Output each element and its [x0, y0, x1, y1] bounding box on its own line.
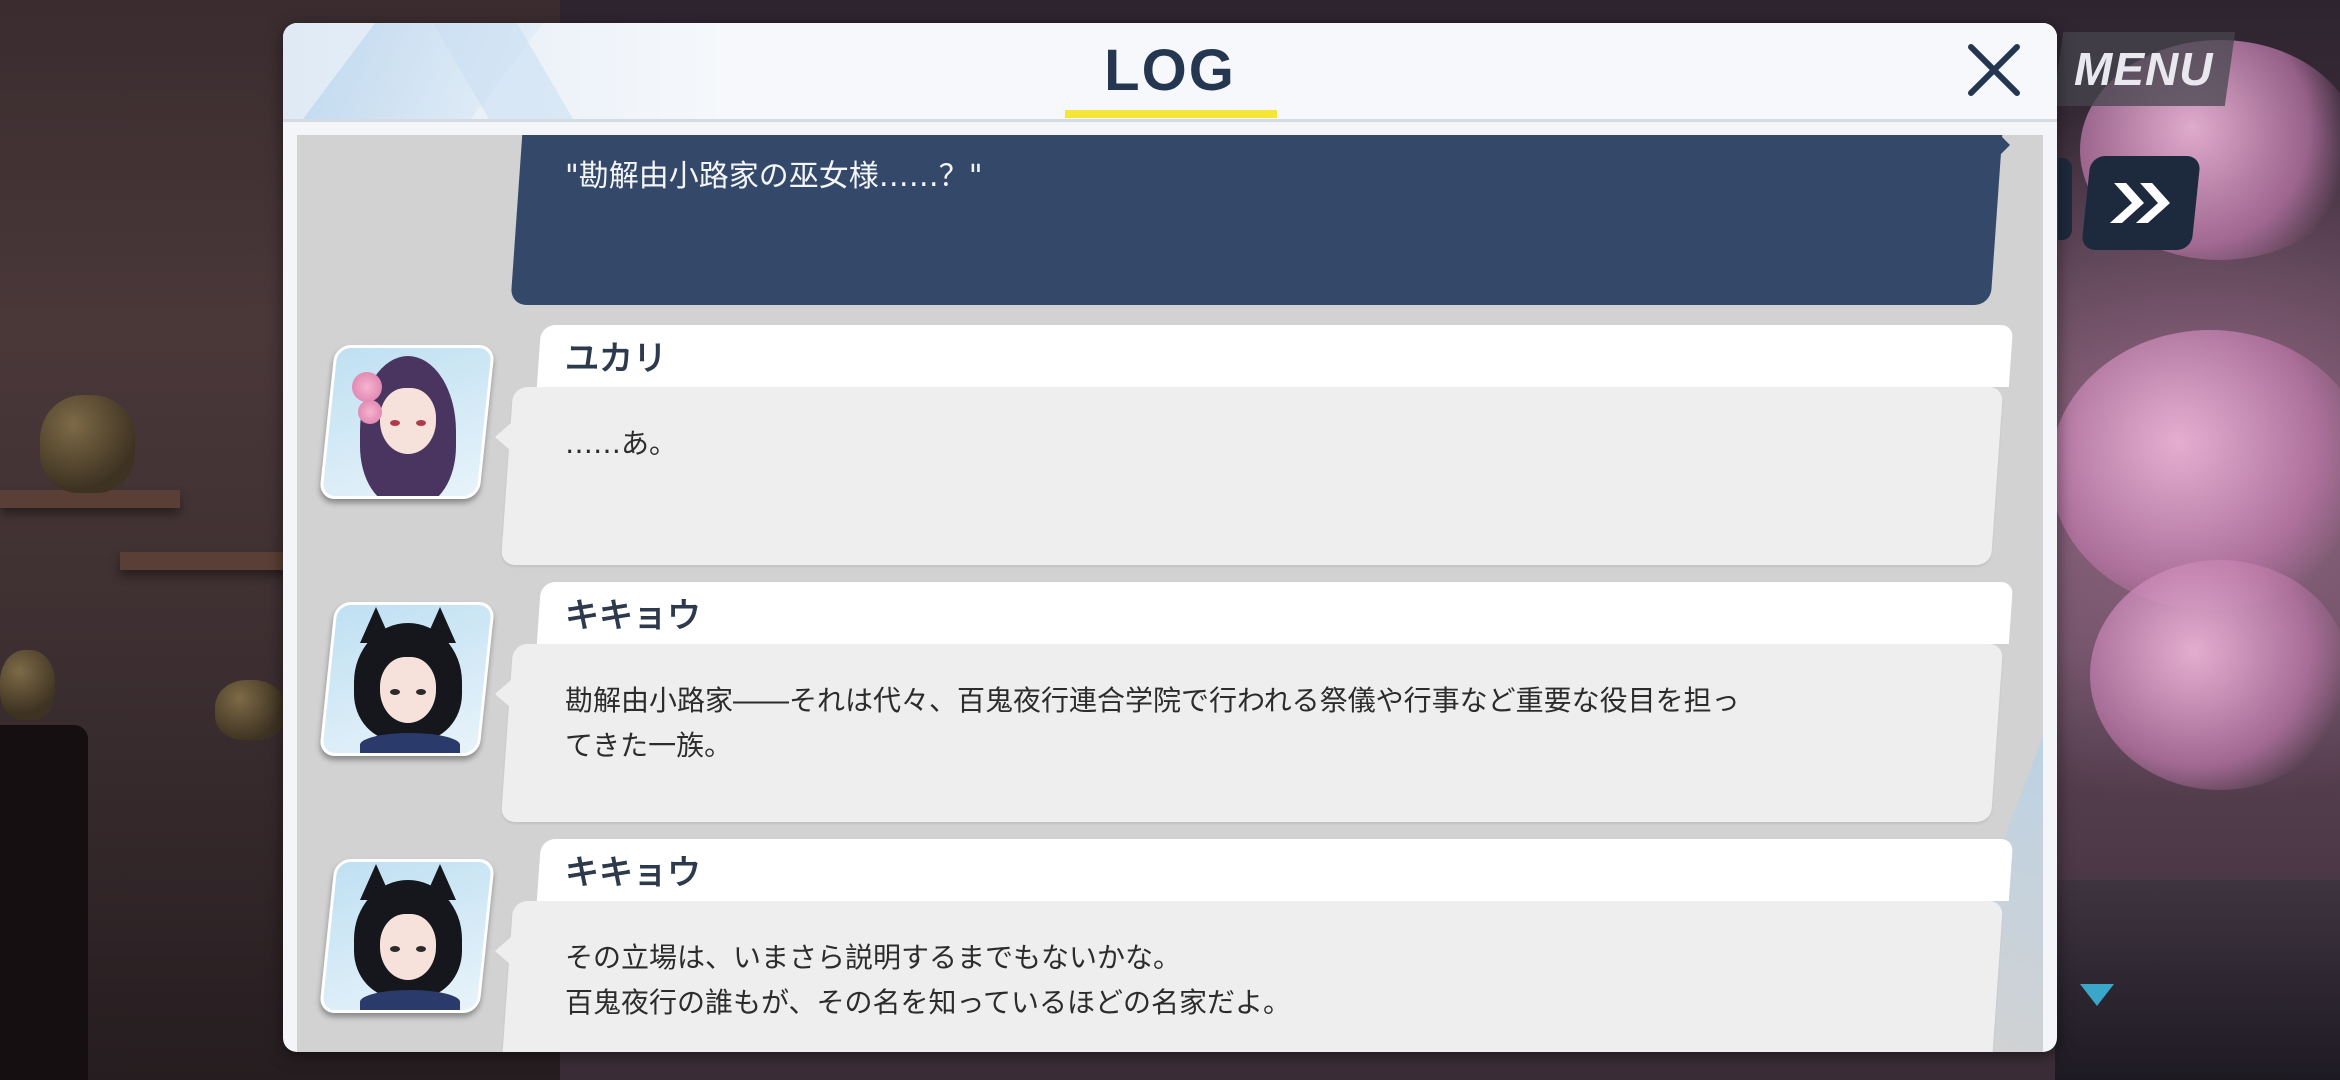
face	[380, 657, 436, 723]
log-entry: ユカリ ……あ。	[297, 325, 2043, 565]
skip-button[interactable]	[2081, 156, 2201, 250]
log-entry-player: "勘解由小路家の巫女様……？"	[297, 135, 2043, 307]
player-line-text: "勘解由小路家の巫女様……？"	[565, 159, 983, 194]
speaker-name-bar	[536, 325, 2014, 387]
message-line: てきた一族。	[565, 729, 733, 762]
message-line: その立場は、いまさら説明するまでもないかな。	[565, 941, 1182, 974]
skip-forward-icon	[2109, 183, 2170, 223]
message-line: 勘解由小路家――それは代々、百鬼夜行連合学院で行われる祭儀や行事など重要な役目を…	[565, 684, 1740, 717]
flower-hairpin	[352, 372, 382, 402]
log-header: LOG	[283, 23, 2057, 122]
cherry-blossom	[2090, 560, 2340, 790]
portrait-yukari	[318, 345, 496, 499]
veranda-floor	[2055, 880, 2340, 1080]
close-button[interactable]	[1963, 39, 2025, 101]
speaker-name-bar	[536, 582, 2014, 644]
title-underline	[1065, 110, 1277, 118]
message-text: 勘解由小路家――それは代々、百鬼夜行連合学院で行われる祭儀や行事など重要な役目を…	[565, 678, 1825, 768]
pottery-jar	[40, 395, 135, 493]
log-entry: キキョウ 勘解由小路家――それは代々、百鬼夜行連合学院で行われる祭儀や行事など重…	[297, 582, 2043, 822]
portrait-kikyou	[318, 602, 496, 756]
player-bubble-tip	[1992, 135, 2010, 163]
face	[380, 914, 436, 980]
close-icon	[1968, 44, 2020, 96]
pottery-jar	[215, 680, 285, 740]
auto-button[interactable]	[2058, 158, 2072, 240]
log-entry: キキョウ その立場は、いまさら説明するまでもないかな。 百鬼夜行の誰もが、その名…	[297, 839, 2043, 1052]
scroll-down-arrow-icon[interactable]	[2080, 984, 2114, 1006]
menu-label: MENU	[2074, 43, 2214, 95]
dark-panel	[0, 725, 88, 1080]
shelf	[120, 552, 290, 570]
speaker-name-bar	[536, 839, 2014, 901]
portrait-kikyou	[318, 859, 496, 1013]
speaker-name: ユカリ	[565, 339, 667, 379]
face	[380, 388, 436, 454]
log-title: LOG	[1104, 38, 1236, 103]
message-line: 百鬼夜行の誰もが、その名を知っているほどの名家だよ。	[565, 986, 1292, 1019]
message-text: その立場は、いまさら説明するまでもないかな。 百鬼夜行の誰もが、その名を知ってい…	[565, 935, 1825, 1025]
pottery-jar	[0, 650, 55, 720]
message-bubble	[500, 387, 2004, 565]
menu-button[interactable]: MENU	[2052, 32, 2236, 106]
speaker-name: キキョウ	[565, 596, 701, 636]
speaker-name: キキョウ	[565, 853, 701, 893]
log-list[interactable]: "勘解由小路家の巫女様……？" ユカリ ……あ。 キキョウ 勘解由小路家――それ…	[297, 135, 2043, 1052]
message-text: ……あ。	[565, 427, 678, 460]
log-window: LOG "勘解由小路家の巫女様……？" ユカリ ……あ。 キキョウ 勘解由小路家…	[283, 23, 2057, 1052]
